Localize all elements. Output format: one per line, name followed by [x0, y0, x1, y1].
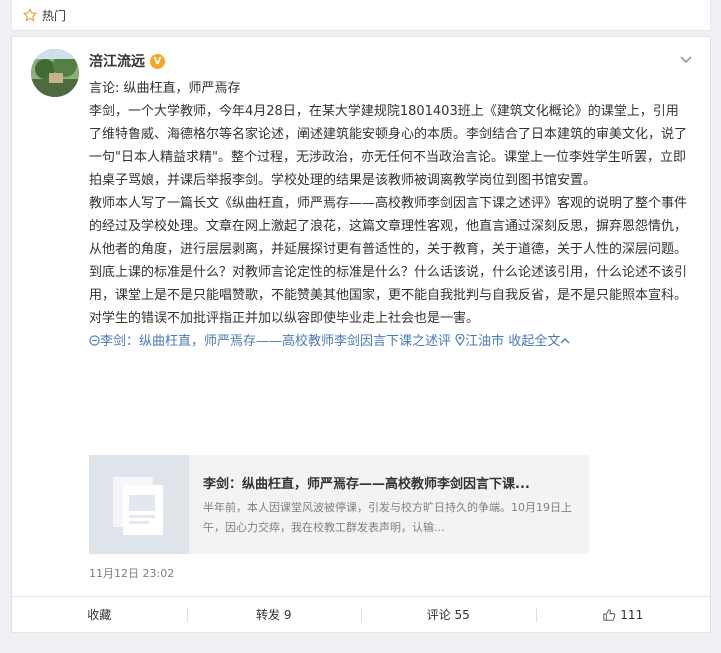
star-icon [23, 8, 37, 22]
thumbs-up-icon [603, 608, 616, 621]
location-link[interactable]: 江油市 [455, 333, 508, 349]
verified-badge-icon: V [150, 53, 165, 69]
post-links: 李剑：纵曲枉直，师严焉存——高校教师李剑因言下课之述评 江油市 收起全文 [89, 330, 689, 353]
location-pin-icon [455, 333, 465, 347]
collect-button[interactable]: 收藏 [12, 597, 187, 632]
article-preview-card[interactable]: 李剑：纵曲枉直，师严焉存——高校教师李剑因言下课... 半年前，本人因课堂风波被… [89, 455, 589, 554]
comment-button[interactable]: 评论 55 [361, 597, 536, 632]
post-body: 言论: 纵曲枉直，师严焉存 李剑，一个大学教师，今年4月28日，在某大学建规院1… [89, 77, 689, 353]
article-preview-title: 李剑：纵曲枉直，师严焉存——高校教师李剑因言下课... [203, 477, 530, 492]
collapse-text: 收起全文 [508, 334, 561, 349]
link-icon [89, 335, 100, 346]
post-paragraph: 教师本人写了一篇长文《纵曲枉直，师严焉存——高校教师李剑因言下课之述评》客观的说… [89, 196, 688, 257]
post-paragraph: 李剑，一个大学教师，今年4月28日，在某大学建规院1801403班上《建筑文化概… [89, 104, 688, 188]
post-timestamp[interactable]: 11月12日 23:02 [89, 565, 174, 581]
comment-label: 评论 55 [426, 608, 470, 622]
like-button[interactable]: 111 [535, 597, 711, 632]
chevron-down-icon[interactable] [680, 55, 692, 65]
collect-label: 收藏 [87, 608, 112, 622]
post-paragraph: 对学生的错误不加批评指正并加以纵容即使毕业走上社会也是一害。 [89, 311, 480, 326]
article-link[interactable]: 李剑：纵曲枉直，师严焉存——高校教师李剑因言下课之述评 [89, 334, 455, 349]
article-preview-desc: 半年前，本人因课堂风波被停课，引发与校方旷日持久的争端。10月19日上午，因心力… [203, 501, 572, 534]
article-link-text: 李剑：纵曲枉直，师严焉存——高校教师李剑因言下课之述评 [100, 334, 452, 349]
username-row: 涪江流远 V [89, 51, 165, 71]
hot-tab-bar[interactable]: 热门 [11, 0, 711, 31]
post-action-bar: 收藏 转发 9 评论 55 111 [12, 596, 710, 632]
location-text: 江油市 [465, 334, 505, 349]
like-count: 111 [620, 607, 644, 622]
article-preview-text: 李剑：纵曲枉直，师严焉存——高校教师李剑因言下课... 半年前，本人因课堂风波被… [189, 455, 589, 554]
weibo-post-card: 涪江流远 V 言论: 纵曲枉直，师严焉存 李剑，一个大学教师，今年4月28日，在… [11, 36, 711, 633]
repost-button[interactable]: 转发 9 [186, 597, 362, 632]
post-paragraph: 到底上课的标准是什么？对教师言论定性的标准是什么？什么话该说，什么论述该引用，什… [89, 265, 688, 303]
collapse-link[interactable]: 收起全文 [508, 334, 570, 349]
username[interactable]: 涪江流远 [89, 51, 145, 71]
post-paragraph: 言论: 纵曲枉直，师严焉存 [89, 81, 241, 96]
hot-label: 热门 [42, 8, 67, 23]
avatar[interactable] [31, 49, 79, 97]
article-thumbnail [89, 455, 189, 554]
chevron-up-icon [560, 338, 570, 344]
repost-label: 转发 9 [256, 608, 292, 622]
